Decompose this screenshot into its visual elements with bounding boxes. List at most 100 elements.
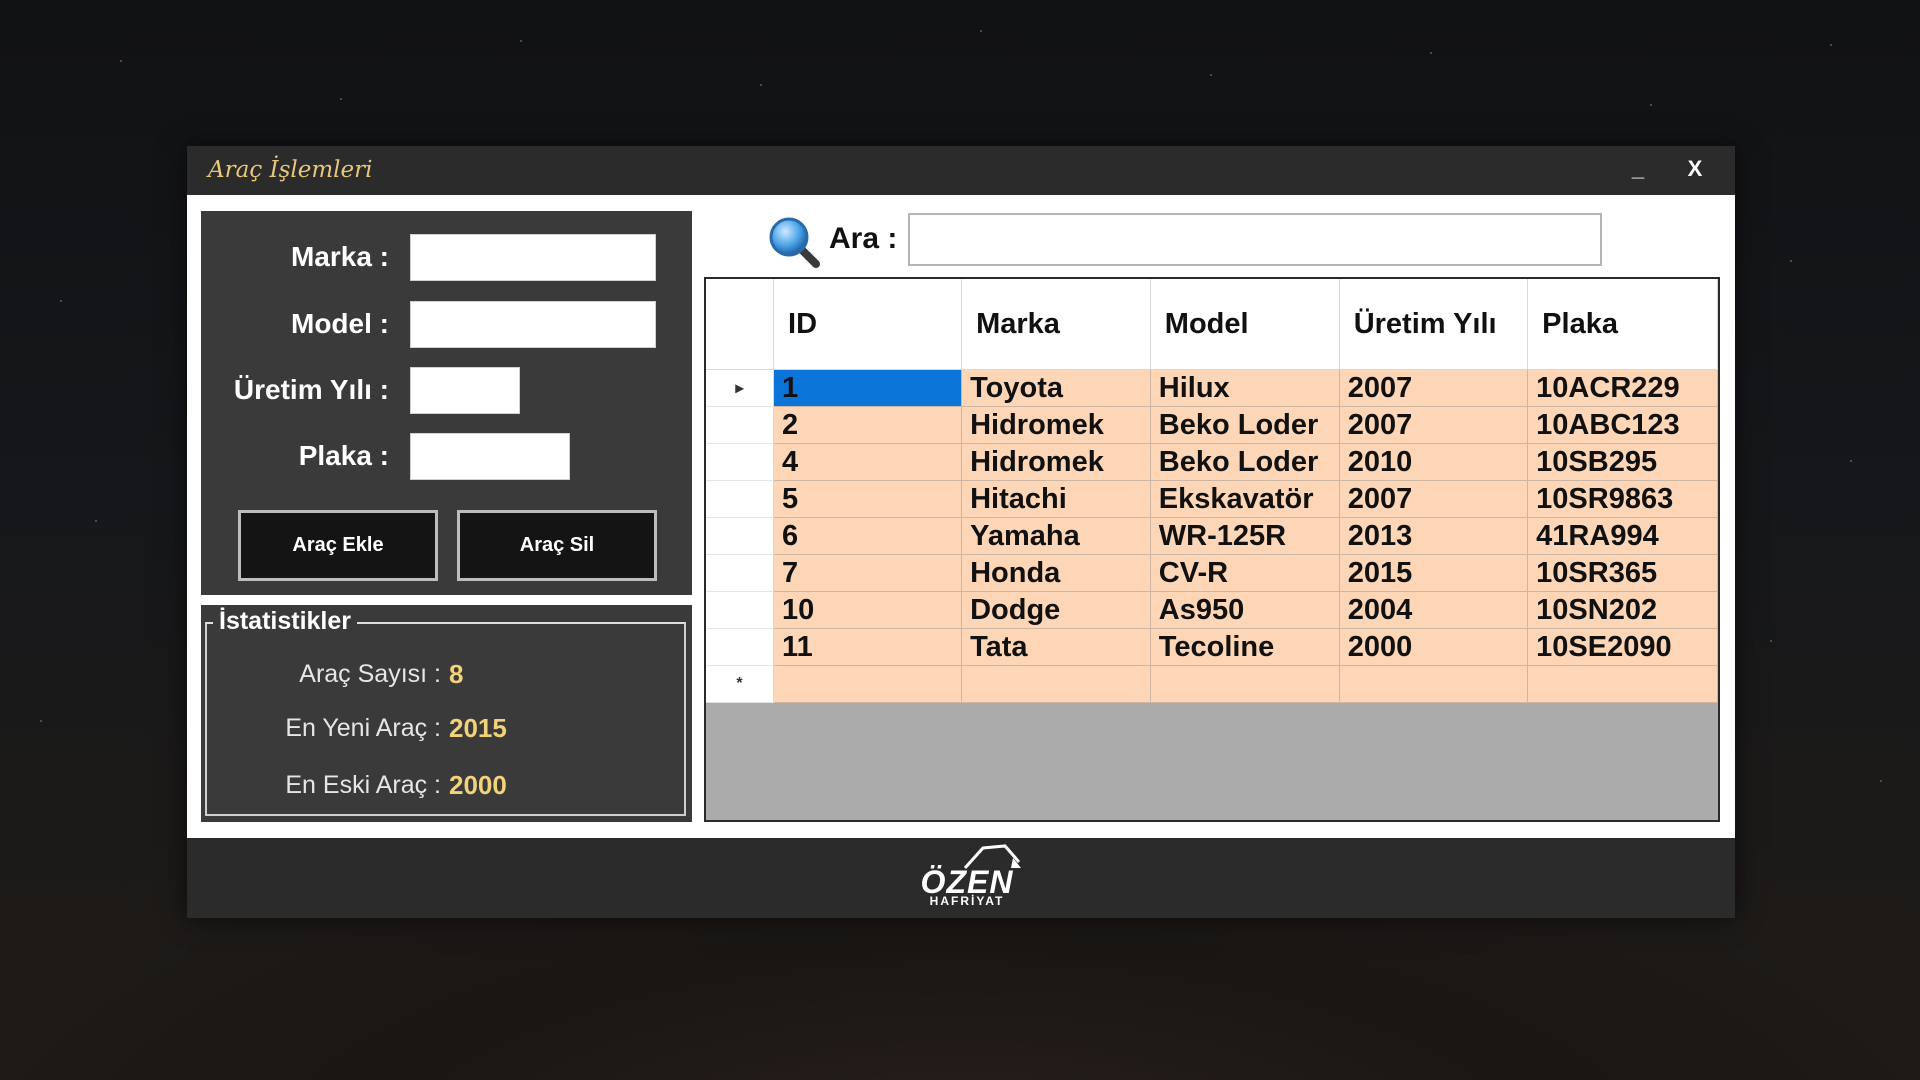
row-header[interactable] xyxy=(706,517,775,555)
statistics-panel: İstatistikler Araç Sayısı : 8 En Yeni Ar… xyxy=(201,605,692,822)
add-vehicle-button[interactable]: Araç Ekle xyxy=(238,510,438,581)
search-label: Ara : xyxy=(829,222,898,255)
row-header[interactable] xyxy=(706,591,775,629)
cell-model[interactable]: Ekskavatör xyxy=(1150,480,1340,518)
vehicle-operations-window: Araç İşlemleri _ X Marka : Model : Üreti… xyxy=(187,146,1735,918)
table-row[interactable]: 7 Honda CV-R 2015 10SR365 xyxy=(706,554,1718,592)
minimize-button[interactable]: _ xyxy=(1621,152,1655,186)
cell-marka[interactable]: Toyota xyxy=(961,369,1151,407)
close-button[interactable]: X xyxy=(1678,152,1712,186)
cell-uretim-yili[interactable]: 2004 xyxy=(1339,591,1529,629)
column-header-uretim-yili[interactable]: Üretim Yılı xyxy=(1339,279,1529,370)
cell-uretim-yili[interactable]: 2013 xyxy=(1339,517,1529,555)
table-row[interactable]: 4 Hidromek Beko Loder 2010 10SB295 xyxy=(706,443,1718,481)
cell-plaka[interactable]: 10ACR229 xyxy=(1527,369,1718,407)
row-header[interactable] xyxy=(706,628,775,666)
new-row-cell[interactable] xyxy=(1150,665,1340,703)
new-row-indicator[interactable]: * xyxy=(706,665,775,703)
cell-plaka[interactable]: 10SR9863 xyxy=(1527,480,1718,518)
column-header-marka[interactable]: Marka xyxy=(961,279,1151,370)
uretim-yili-input[interactable] xyxy=(410,367,520,414)
cell-plaka[interactable]: 10SB295 xyxy=(1527,443,1718,481)
header-row: ID Marka Model Üretim Yılı Plaka xyxy=(706,279,1718,370)
vehicle-count-value: 8 xyxy=(449,659,464,689)
table-row[interactable]: 6 Yamaha WR-125R 2013 41RA994 xyxy=(706,517,1718,555)
new-row[interactable]: * xyxy=(706,665,1718,703)
vehicle-form-panel: Marka : Model : Üretim Yılı : Plaka : Ar… xyxy=(201,211,692,595)
cell-id[interactable]: 7 xyxy=(773,554,963,592)
oldest-vehicle-label: En Eski Araç : xyxy=(285,771,441,799)
uretim-yili-label: Üretim Yılı : xyxy=(233,374,389,405)
magnifier-icon xyxy=(769,217,820,268)
cell-marka[interactable]: Hidromek xyxy=(961,443,1151,481)
cell-marka[interactable]: Yamaha xyxy=(961,517,1151,555)
cell-plaka[interactable]: 10SR365 xyxy=(1527,554,1718,592)
cell-plaka[interactable]: 41RA994 xyxy=(1527,517,1718,555)
column-header-id[interactable]: ID xyxy=(773,279,963,370)
model-input[interactable] xyxy=(410,301,656,348)
row-header[interactable] xyxy=(706,480,775,518)
current-row-indicator[interactable]: ▸ xyxy=(706,369,775,407)
cell-id[interactable]: 5 xyxy=(773,480,963,518)
cell-model[interactable]: Tecoline xyxy=(1150,628,1340,666)
cell-model[interactable]: Beko Loder xyxy=(1150,406,1340,444)
cell-model[interactable]: As950 xyxy=(1150,591,1340,629)
cell-uretim-yili[interactable]: 2010 xyxy=(1339,443,1529,481)
cell-uretim-yili[interactable]: 2007 xyxy=(1339,369,1529,407)
row-header-corner xyxy=(706,279,775,370)
cell-model[interactable]: Hilux xyxy=(1150,369,1340,407)
cell-id[interactable]: 1 xyxy=(773,369,963,407)
cell-plaka[interactable]: 10SE2090 xyxy=(1527,628,1718,666)
new-row-cell[interactable] xyxy=(1527,665,1718,703)
cell-plaka[interactable]: 10ABC123 xyxy=(1527,406,1718,444)
row-header[interactable] xyxy=(706,554,775,592)
vehicle-count-label: Araç Sayısı : xyxy=(299,660,441,688)
cell-model[interactable]: WR-125R xyxy=(1150,517,1340,555)
cell-marka[interactable]: Tata xyxy=(961,628,1151,666)
delete-vehicle-button[interactable]: Araç Sil xyxy=(457,510,657,581)
vehicle-data-grid[interactable]: ID Marka Model Üretim Yılı Plaka ▸ 1 Toyot… xyxy=(704,277,1720,822)
table-row[interactable]: 10 Dodge As950 2004 10SN202 xyxy=(706,591,1718,629)
plaka-label: Plaka : xyxy=(298,440,389,471)
vehicle-table: ID Marka Model Üretim Yılı Plaka ▸ 1 Toyot… xyxy=(706,279,1718,703)
newest-vehicle-label: En Yeni Araç : xyxy=(285,714,441,742)
cell-id[interactable]: 2 xyxy=(773,406,963,444)
window-title: Araç İşlemleri xyxy=(208,157,373,183)
table-row[interactable]: ▸ 1 Toyota Hilux 2007 10ACR229 xyxy=(706,369,1718,407)
cell-uretim-yili[interactable]: 2007 xyxy=(1339,480,1529,518)
cell-id[interactable]: 11 xyxy=(773,628,963,666)
footer-bar: ÖZEN HAFRİYAT xyxy=(187,838,1735,918)
row-header[interactable] xyxy=(706,406,775,444)
cell-marka[interactable]: Dodge xyxy=(961,591,1151,629)
cell-model[interactable]: CV-R xyxy=(1150,554,1340,592)
title-bar[interactable]: Araç İşlemleri _ X xyxy=(187,146,1735,195)
cell-id[interactable]: 4 xyxy=(773,443,963,481)
plaka-input[interactable] xyxy=(410,433,570,480)
new-row-cell[interactable] xyxy=(1339,665,1529,703)
company-logo: ÖZEN HAFRİYAT xyxy=(897,842,1037,912)
cell-marka[interactable]: Honda xyxy=(961,554,1151,592)
new-row-cell[interactable] xyxy=(961,665,1151,703)
table-row[interactable]: 11 Tata Tecoline 2000 10SE2090 xyxy=(706,628,1718,666)
new-row-cell[interactable] xyxy=(773,665,963,703)
marka-input[interactable] xyxy=(410,234,656,281)
cell-marka[interactable]: Hidromek xyxy=(961,406,1151,444)
column-header-model[interactable]: Model xyxy=(1150,279,1340,370)
model-label: Model : xyxy=(291,308,389,339)
cell-plaka[interactable]: 10SN202 xyxy=(1527,591,1718,629)
table-row[interactable]: 2 Hidromek Beko Loder 2007 10ABC123 xyxy=(706,406,1718,444)
newest-vehicle-value: 2015 xyxy=(449,713,507,743)
cell-id[interactable]: 10 xyxy=(773,591,963,629)
table-row[interactable]: 5 Hitachi Ekskavatör 2007 10SR9863 xyxy=(706,480,1718,518)
cell-uretim-yili[interactable]: 2015 xyxy=(1339,554,1529,592)
column-header-plaka[interactable]: Plaka xyxy=(1527,279,1718,370)
marka-label: Marka : xyxy=(290,241,389,272)
oldest-vehicle-value: 2000 xyxy=(449,770,507,800)
cell-uretim-yili[interactable]: 2007 xyxy=(1339,406,1529,444)
cell-uretim-yili[interactable]: 2000 xyxy=(1339,628,1529,666)
row-header[interactable] xyxy=(706,443,775,481)
cell-id[interactable]: 6 xyxy=(773,517,963,555)
cell-marka[interactable]: Hitachi xyxy=(961,480,1151,518)
search-input[interactable] xyxy=(908,213,1602,266)
cell-model[interactable]: Beko Loder xyxy=(1150,443,1340,481)
